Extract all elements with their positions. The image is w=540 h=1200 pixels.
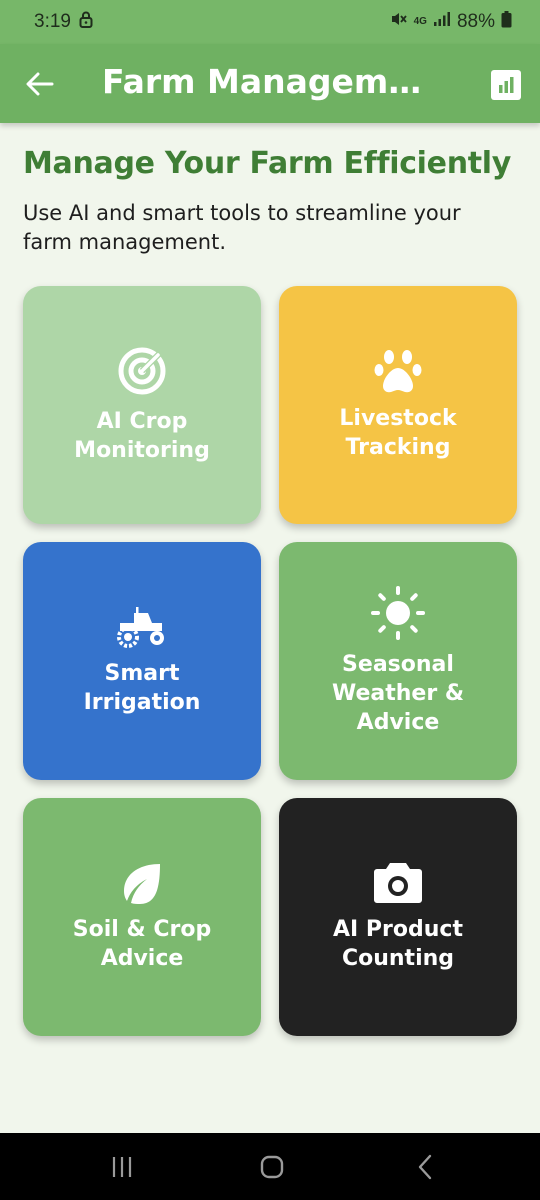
camera-icon — [373, 861, 423, 905]
card-soil-crop-advice[interactable]: Soil & Crop Advice — [23, 798, 261, 1036]
signal-icon — [433, 11, 451, 33]
card-smart-irrigation[interactable]: Smart Irrigation — [23, 542, 261, 780]
app-title: Farm Management — [102, 62, 442, 101]
network-type: 4G — [413, 16, 427, 27]
card-label: AI Crop Monitoring — [74, 409, 210, 463]
battery-level: 88% — [456, 11, 495, 32]
chevron-left-icon — [418, 1154, 432, 1180]
page-subtitle: Use AI and smart tools to streamline you… — [23, 201, 461, 254]
card-label: AI Product Counting — [333, 917, 463, 971]
home-icon — [260, 1155, 284, 1179]
card-label: Smart Irrigation — [83, 661, 201, 715]
bar-chart-icon — [491, 70, 521, 100]
card-label: Soil & Crop Advice — [72, 917, 212, 971]
system-nav-bar — [0, 1133, 540, 1200]
lock-icon — [79, 11, 93, 34]
status-time: 3:19 — [34, 11, 71, 32]
status-bar: 3:19 4G 88% — [0, 0, 540, 44]
arrow-left-icon — [26, 72, 54, 96]
back-nav-button[interactable] — [410, 1153, 440, 1181]
card-ai-product-counting[interactable]: AI Product Counting — [279, 798, 517, 1036]
app-bar: Farm Management — [0, 44, 540, 123]
status-right: 4G 88% — [390, 10, 512, 34]
card-label: Seasonal Weather & Advice — [331, 651, 465, 735]
radar-icon — [116, 345, 168, 397]
battery-icon — [501, 10, 512, 34]
paw-icon — [374, 348, 422, 394]
recent-apps-icon — [112, 1157, 132, 1177]
recent-apps-button[interactable] — [107, 1153, 137, 1181]
sun-icon — [371, 585, 425, 640]
card-livestock-tracking[interactable]: Livestock Tracking — [279, 286, 517, 524]
analytics-button[interactable] — [490, 69, 522, 101]
mute-icon — [390, 10, 408, 34]
home-button[interactable] — [257, 1153, 287, 1181]
card-seasonal-weather[interactable]: Seasonal Weather & Advice — [279, 542, 517, 780]
card-label: Livestock Tracking — [339, 406, 457, 460]
leaf-icon — [120, 861, 164, 905]
card-ai-crop-monitoring[interactable]: AI Crop Monitoring — [23, 286, 261, 524]
status-left: 3:19 — [34, 11, 93, 34]
back-button[interactable] — [22, 66, 58, 102]
page-headline: Manage Your Farm Efficiently — [23, 146, 512, 181]
tractor-icon — [114, 605, 170, 649]
